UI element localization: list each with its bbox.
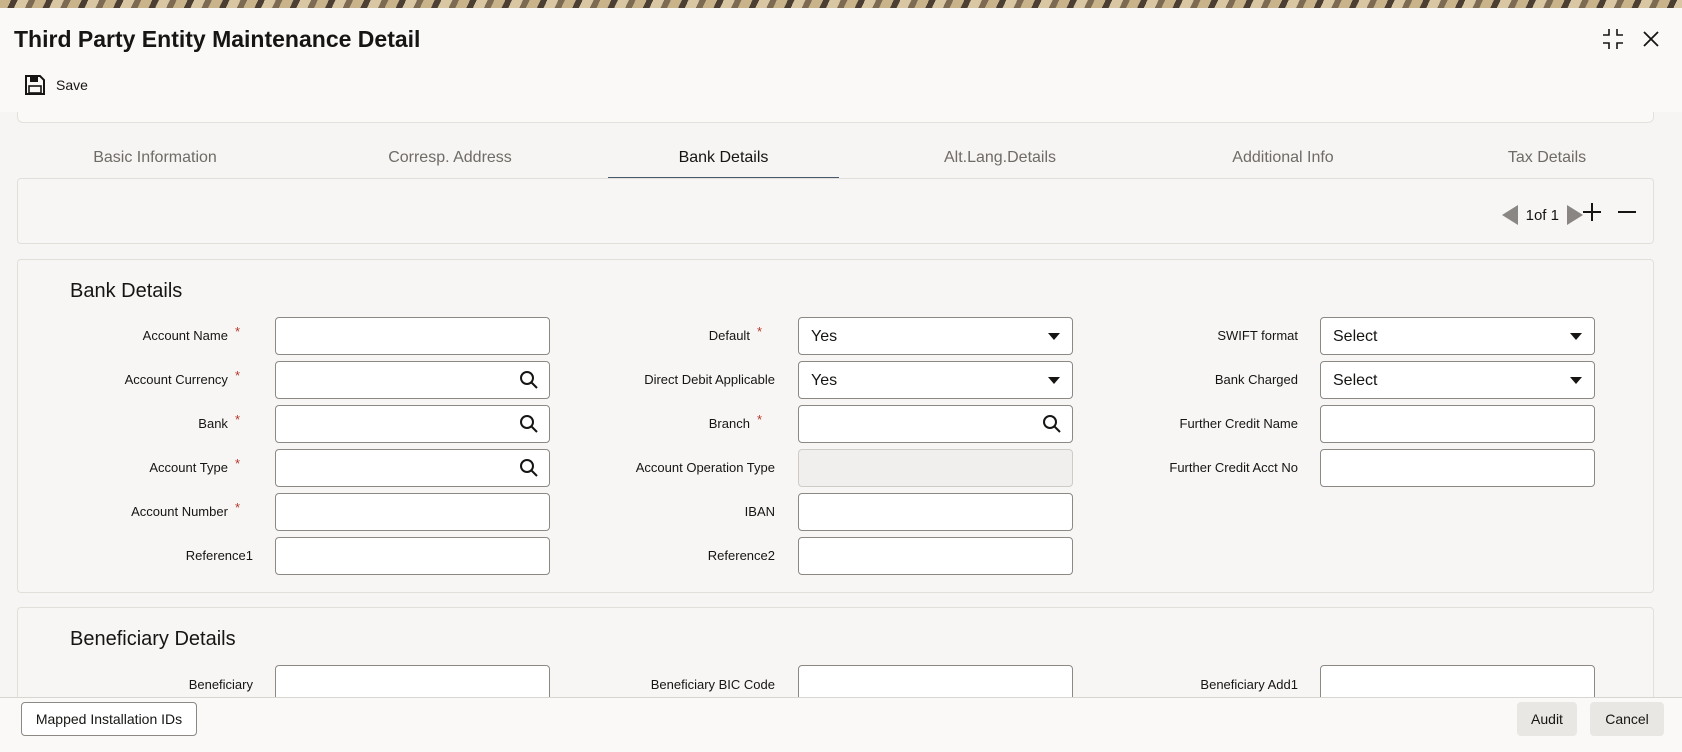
beneficiary-add1-label: Beneficiary Add1 [1200,677,1298,692]
account-operation-type-input [798,449,1073,487]
bank-input[interactable] [275,405,550,443]
record-navigator: 1of 1 [17,178,1654,244]
chevron-down-icon [1570,377,1582,384]
toolbar-divider [17,112,1654,123]
tab-additional-info[interactable]: Additional Info [1183,138,1383,178]
minimize-icon[interactable] [1602,28,1624,54]
chevron-down-icon [1570,333,1582,340]
toolbar: Save [0,62,1682,112]
account-currency-label: Account Currency * [124,368,240,387]
search-icon[interactable] [1042,414,1062,434]
tab-tax-details[interactable]: Tax Details [1447,138,1647,178]
reference1-input[interactable] [275,537,550,575]
further-credit-acct-input[interactable] [1320,449,1595,487]
reference2-input[interactable] [798,537,1073,575]
swift-format-select[interactable]: Select [1320,317,1595,355]
iban-label: IBAN [744,504,775,519]
bank-details-heading: Bank Details [70,280,183,302]
pager-text: 1of 1 [1525,206,1559,224]
audit-button[interactable]: Audit [1517,702,1577,736]
beneficiary-bic-code-label: Beneficiary BIC Code [650,677,775,692]
account-number-label: Account Number * [131,500,240,519]
tab-alt-lang-details[interactable]: Alt.Lang.Details [900,138,1100,178]
save-icon [25,75,45,95]
chevron-down-icon [1048,333,1060,340]
further-credit-acct-label: Further Credit Acct No [1169,460,1298,475]
direct-debit-select[interactable]: Yes [798,361,1073,399]
account-currency-input[interactable] [275,361,550,399]
tab-bar: Basic Information Corresp. Address Bank … [0,138,1682,180]
account-type-label: Account Type * [149,456,240,475]
default-label: Default * [708,324,762,343]
branch-input[interactable] [798,405,1073,443]
close-icon[interactable] [1642,30,1660,52]
account-number-input[interactable] [275,493,550,531]
previous-record-icon[interactable] [1501,205,1518,225]
tab-bank-details[interactable]: Bank Details [608,138,839,180]
tab-corresp-address[interactable]: Corresp. Address [350,138,550,178]
direct-debit-label: Direct Debit Applicable [644,372,775,387]
beneficiary-details-heading: Beneficiary Details [70,628,236,650]
bank-label: Bank * [198,412,240,431]
remove-record-icon[interactable] [1616,199,1638,229]
page-title: Third Party Entity Maintenance Detail [14,26,421,52]
mapped-installation-ids-button[interactable]: Mapped Installation IDs [21,702,197,736]
search-icon[interactable] [519,458,539,478]
account-name-label: Account Name * [142,324,240,343]
bank-charged-select[interactable]: Select [1320,361,1595,399]
header-decoration [0,0,1682,8]
add-record-icon[interactable] [1581,199,1603,229]
further-credit-name-label: Further Credit Name [1179,416,1298,431]
branch-label: Branch * [708,412,762,431]
save-button[interactable]: Save [24,74,88,96]
title-bar: Third Party Entity Maintenance Detail [0,8,1682,62]
bank-charged-label: Bank Charged [1214,372,1298,387]
account-operation-type-label: Account Operation Type [635,460,775,475]
save-label: Save [56,77,88,93]
search-icon[interactable] [519,370,539,390]
chevron-down-icon [1048,377,1060,384]
beneficiary-label: Beneficiary [188,677,253,692]
tab-basic-information[interactable]: Basic Information [60,138,250,178]
reference2-label: Reference2 [707,548,775,563]
cancel-button[interactable]: Cancel [1590,702,1664,736]
default-select[interactable]: Yes [798,317,1073,355]
account-type-input[interactable] [275,449,550,487]
further-credit-name-input[interactable] [1320,405,1595,443]
footer-bar: Mapped Installation IDs Audit Cancel [0,697,1682,752]
reference1-label: Reference1 [185,548,253,563]
iban-input[interactable] [798,493,1073,531]
swift-format-label: SWIFT format [1217,328,1298,343]
account-name-input[interactable] [275,317,550,355]
